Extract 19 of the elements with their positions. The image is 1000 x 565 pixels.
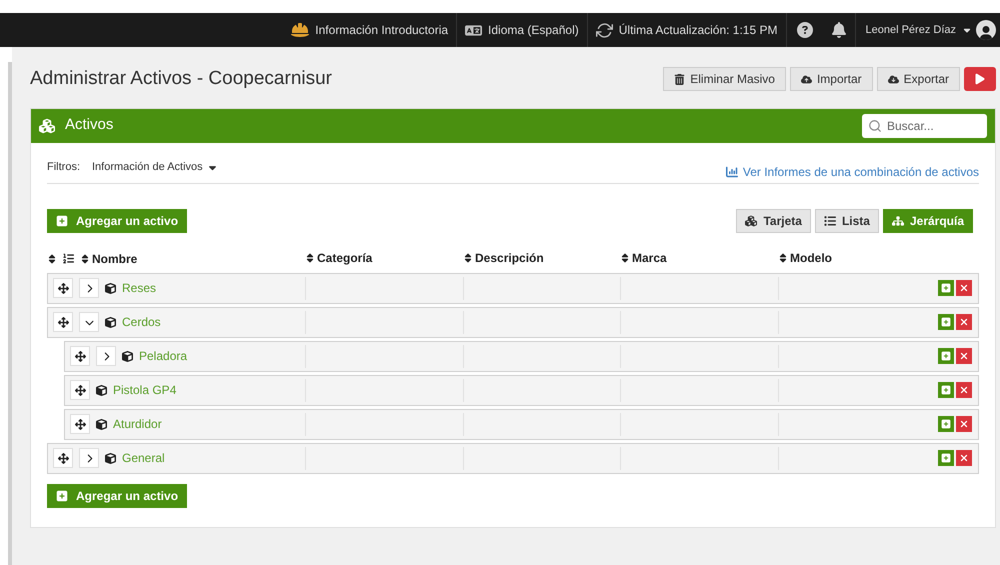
toolbar-button[interactable]: Importar — [790, 67, 873, 92]
column-header[interactable]: Descripción — [463, 249, 544, 267]
column-header[interactable]: Nombre — [80, 250, 138, 268]
add-asset-button[interactable]: Agregar un activo — [47, 208, 188, 232]
toolbar-button[interactable]: Exportar — [876, 67, 960, 92]
report-link[interactable]: Ver Informes de una combinación de activos — [726, 154, 979, 180]
view-tab[interactable]: Tarjeta — [736, 208, 811, 232]
search-field[interactable]: Buscar... — [862, 114, 987, 138]
view-tab[interactable]: Lista — [814, 208, 879, 232]
page-title: Administrar Activos - Coopecarnisur — [30, 67, 332, 91]
view-tab[interactable]: Jerárquía — [882, 208, 973, 232]
panel-title: Activos — [65, 115, 114, 136]
column-header[interactable]: Categoría — [305, 249, 372, 267]
add-asset-button[interactable]: Agregar un activo — [47, 484, 188, 508]
filters-label: Filtros: — [47, 160, 80, 176]
column-header[interactable]: Marca — [620, 249, 667, 267]
column-header[interactable]: Modelo — [778, 249, 832, 267]
filter-dropdown[interactable]: Información de Activos — [92, 159, 218, 176]
toolbar-button[interactable]: Eliminar Masivo — [663, 67, 786, 92]
